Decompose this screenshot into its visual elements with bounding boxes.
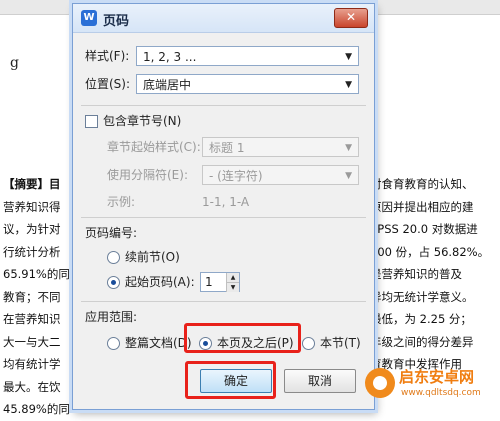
document-line: 最大。在饮 [3, 379, 61, 394]
checkbox-icon [85, 115, 98, 128]
document-line: 在营养知识 [3, 312, 61, 326]
spin-down-icon[interactable]: ▼ [226, 282, 239, 292]
style-label: 样式(F): [85, 49, 130, 63]
document-line: 均有统计学 [3, 357, 61, 371]
watermark: 启东安卓网 www.qdltsdq.com [365, 364, 495, 404]
spin-up-icon[interactable]: ▲ [226, 273, 239, 282]
document-line: 100 份，占 56.82%。 [370, 244, 490, 259]
chapter-start-style-label: 章节起始样式(C): [107, 140, 201, 154]
watermark-logo-icon [365, 368, 395, 398]
this-section-label: 本节(T) [320, 336, 361, 350]
example-label: 示例: [107, 195, 136, 209]
document-line: 大一与大二 [3, 334, 61, 349]
chevron-down-icon: ▼ [345, 80, 352, 90]
document-line: 议，为针对 [3, 222, 61, 236]
chevron-down-icon: ▼ [345, 52, 352, 62]
document-line: 65.91%的同 [3, 267, 70, 281]
divider [81, 217, 366, 218]
separator-label: 使用分隔符(E): [107, 168, 188, 182]
style-select[interactable]: 1, 2, 3 ... ▼ [136, 46, 359, 66]
document-line: 教育；不同 [3, 289, 61, 304]
document-line: SPSS 20.0 对数据进 [370, 222, 478, 236]
whole-document-label: 整篇文档(D) [125, 336, 192, 350]
chevron-down-icon: ▼ [345, 171, 352, 181]
document-fragment: g [10, 55, 19, 71]
radio-icon [107, 251, 120, 264]
document-line: 原因并提出相应的建 [370, 199, 474, 214]
chevron-down-icon: ▼ [345, 143, 352, 153]
document-left-column: 【摘要】目 营养知识得 议，为针对 行统计分析 65.91%的同 教育；不同 在… [3, 173, 77, 421]
document-line: 45.89%的同 [3, 402, 70, 416]
start-number-label: 起始页码(A): [125, 275, 195, 289]
document-line: 行统计分析 [3, 244, 61, 259]
include-chapter-checkbox[interactable]: 包含章节号(N) [85, 110, 181, 132]
chapter-start-style-select[interactable]: 标题 1 ▼ [202, 137, 359, 157]
highlight-box [185, 361, 276, 399]
separator-select[interactable]: - (连字符) ▼ [202, 165, 359, 185]
document-line: 最低，为 2.25 分； [370, 312, 472, 326]
watermark-url: www.qdltsdq.com [401, 388, 481, 398]
include-chapter-label: 包含章节号(N) [103, 114, 182, 128]
document-line: 【摘要】目 [3, 177, 61, 191]
separator-value: - (连字符) [209, 169, 263, 183]
apply-section-label: 应用范围: [85, 310, 138, 324]
document-line: 是营养知识的普及 [370, 267, 462, 281]
start-number-value: 1 [205, 275, 213, 289]
numbering-section-label: 页码编号: [85, 226, 138, 240]
radio-icon [302, 337, 315, 350]
cancel-button[interactable]: 取消 [284, 369, 356, 393]
divider [81, 301, 366, 302]
watermark-name: 启东安卓网 [399, 368, 475, 386]
dialog-title: 页码 [103, 14, 130, 29]
whole-document-radio[interactable]: 整篇文档(D) [107, 332, 192, 354]
this-section-radio[interactable]: 本节(T) [302, 332, 361, 354]
radio-icon [107, 337, 120, 350]
wps-app-icon: W [81, 10, 97, 26]
document-right-column: 对食育教育的认知、 原因并提出相应的建 SPSS 20.0 对数据进 100 份… [370, 173, 498, 376]
page-number-dialog: W 页码 ✕ 样式(F): 1, 2, 3 ... ▼ 位置(S): 底端居中 … [72, 3, 375, 410]
divider [81, 105, 366, 106]
document-line: 年级之间的得分差异 [370, 334, 474, 349]
start-number-radio[interactable]: 起始页码(A): [107, 271, 195, 293]
example-value: 1-1, 1-A [202, 195, 250, 209]
continue-radio[interactable]: 续前节(O) [107, 246, 180, 268]
style-select-value: 1, 2, 3 ... [143, 50, 197, 64]
document-line: 对食育教育的认知、 [370, 177, 474, 191]
document-line: 营养知识得 [3, 199, 61, 214]
close-button[interactable]: ✕ [334, 8, 368, 28]
position-select-value: 底端居中 [143, 78, 192, 92]
document-line: 异均无统计学意义。 [370, 289, 474, 304]
position-select[interactable]: 底端居中 ▼ [136, 74, 359, 94]
continue-label: 续前节(O) [125, 250, 180, 264]
start-number-stepper[interactable]: 1 ▲ ▼ [200, 272, 240, 292]
radio-selected-icon [107, 276, 120, 289]
position-label: 位置(S): [85, 77, 131, 91]
chapter-start-style-value: 标题 1 [209, 141, 245, 155]
highlight-box [184, 323, 301, 353]
dialog-titlebar[interactable]: W 页码 ✕ [73, 4, 374, 33]
